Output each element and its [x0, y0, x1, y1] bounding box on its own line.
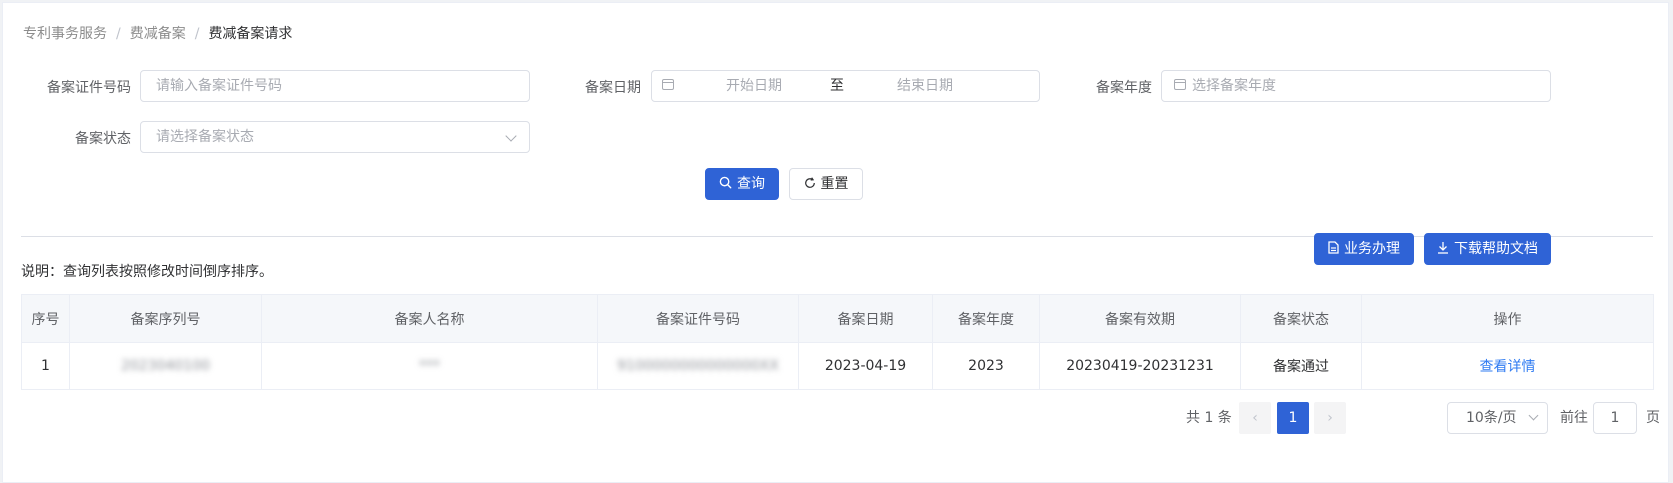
filing-year-placeholder: 选择备案年度 [1192, 78, 1276, 94]
calendar-icon [1174, 79, 1186, 90]
table-header-row: 序号 备案序列号 备案人名称 备案证件号码 备案日期 备案年度 备案有效期 备案… [21, 294, 1654, 343]
column-header: 备案序列号 [69, 294, 262, 343]
breadcrumb-item-service[interactable]: 专利事务服务 [23, 26, 107, 42]
table-row: 1 2023040100 *** 9100000000000000XX 2023… [21, 342, 1654, 390]
filing-year-label: 备案年度 [1096, 80, 1152, 96]
refresh-icon [804, 176, 815, 188]
cell-status: 备案通过 [1240, 342, 1362, 390]
filing-status-select[interactable]: 请选择备案状态 [140, 121, 530, 153]
cell-date: 2023-04-19 [798, 342, 933, 390]
cell-index: 1 [21, 342, 70, 390]
redacted-cert-number: 9100000000000000XX [617, 358, 779, 374]
filing-table: 序号 备案序列号 备案人名称 备案证件号码 备案日期 备案年度 备案有效期 备案… [21, 294, 1654, 390]
cell-cert-number: 9100000000000000XX [597, 342, 799, 390]
view-details-link[interactable]: 查看详情 [1480, 359, 1536, 375]
reset-button-label: 重置 [820, 176, 849, 192]
filing-year-input[interactable]: 选择备案年度 [1161, 70, 1551, 102]
column-header: 备案证件号码 [597, 294, 799, 343]
search-icon [719, 176, 732, 189]
cert-number-placeholder: 请输入备案证件号码 [156, 78, 282, 94]
calendar-icon [662, 79, 674, 90]
download-icon [1438, 242, 1448, 254]
document-icon [1328, 241, 1339, 254]
main-card: 专利事务服务 / 费减备案 / 费减备案请求 备案证件号码 请输入备案证件号码 备案日期… [2, 2, 1669, 483]
column-header: 备案年度 [932, 294, 1040, 343]
business-handling-label: 业务办理 [1344, 241, 1400, 257]
chevron-down-icon [1528, 410, 1539, 421]
filing-date-label: 备案日期 [585, 80, 641, 96]
prev-page-button[interactable]: ‹ [1239, 402, 1271, 434]
date-end-placeholder[interactable]: 结束日期 [897, 71, 953, 101]
breadcrumb-separator: / [194, 26, 200, 42]
chevron-down-icon [505, 130, 517, 142]
next-page-button[interactable]: › [1314, 402, 1346, 434]
column-header: 备案人名称 [261, 294, 598, 343]
cell-action: 查看详情 [1361, 342, 1654, 390]
cert-number-label: 备案证件号码 [47, 80, 131, 96]
column-header: 备案日期 [798, 294, 933, 343]
download-help-button[interactable]: 下载帮助文档 [1424, 233, 1551, 265]
cell-year: 2023 [932, 342, 1040, 390]
goto-page-input[interactable]: 1 [1593, 402, 1637, 434]
pagination-total: 共 1 条 [1186, 410, 1232, 426]
page-suffix: 页 [1646, 410, 1660, 426]
redacted-name: *** [419, 358, 440, 374]
cell-validity: 20230419-20231231 [1039, 342, 1241, 390]
filing-status-placeholder: 请选择备案状态 [156, 129, 254, 145]
query-button-label: 查询 [737, 176, 765, 192]
business-handling-button[interactable]: 业务办理 [1314, 233, 1414, 265]
query-button[interactable]: 查询 [705, 168, 779, 200]
reset-button[interactable]: 重置 [789, 168, 863, 200]
column-header: 备案状态 [1240, 294, 1362, 343]
column-header: 操作 [1361, 294, 1654, 343]
cell-serial: 2023040100 [69, 342, 262, 390]
date-range-separator: 至 [830, 78, 844, 94]
breadcrumb-item-current: 费减备案请求 [208, 26, 293, 42]
breadcrumb-separator: / [116, 26, 121, 42]
page-size-select[interactable]: 10条/页 [1447, 402, 1548, 434]
goto-label: 前往 [1560, 410, 1588, 426]
sort-note: 说明：查询列表按照修改时间倒序排序。 [21, 264, 273, 280]
cert-number-input[interactable]: 请输入备案证件号码 [140, 70, 530, 102]
breadcrumb-item-fee-reduction[interactable]: 费减备案 [130, 26, 186, 42]
column-header: 序号 [21, 294, 70, 343]
redacted-serial: 2023040100 [120, 358, 211, 374]
page-size-value: 10条/页 [1466, 410, 1517, 426]
column-header: 备案有效期 [1039, 294, 1241, 343]
date-start-placeholder[interactable]: 开始日期 [726, 71, 782, 101]
cell-name: *** [261, 342, 598, 390]
filing-status-label: 备案状态 [75, 131, 131, 147]
filing-date-range-input[interactable]: 开始日期 至 结束日期 [651, 70, 1040, 102]
page-number-current[interactable]: 1 [1277, 402, 1309, 434]
download-help-label: 下载帮助文档 [1454, 241, 1538, 257]
breadcrumb: 专利事务服务 / 费减备案 / 费减备案请求 [23, 23, 292, 43]
